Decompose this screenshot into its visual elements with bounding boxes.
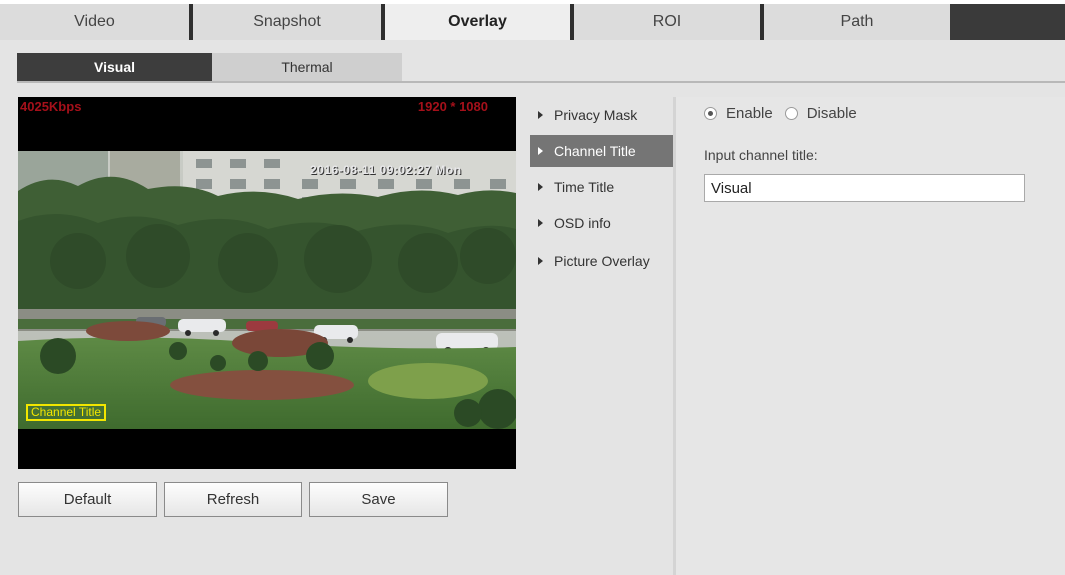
input-channel-title-label: Input channel title: xyxy=(704,147,818,163)
osd-time-title[interactable]: 2016-08-11 09:02:27 Mon xyxy=(310,163,462,177)
arrow-right-icon xyxy=(538,111,543,119)
osd-channel-title-box[interactable]: Channel Title xyxy=(26,404,107,421)
menu-item-label: Channel Title xyxy=(554,143,636,159)
menu-item-picture-overlay[interactable]: Picture Overlay xyxy=(530,245,673,277)
default-button[interactable]: Default xyxy=(18,482,157,517)
menu-item-privacy-mask[interactable]: Privacy Mask xyxy=(530,99,673,131)
sub-tab-thermal[interactable]: Thermal xyxy=(212,53,402,81)
overlay-side-menu: Privacy Mask Channel Title Time Title OS… xyxy=(530,97,675,575)
menu-item-label: OSD info xyxy=(554,215,611,231)
menu-item-time-title[interactable]: Time Title xyxy=(530,171,673,203)
disable-radio-label[interactable]: Disable xyxy=(807,105,857,122)
video-preview[interactable]: 4025Kbps 1920 * 1080 2016-08-11 09:02:27… xyxy=(18,97,516,469)
tab-bar-end xyxy=(950,4,1065,40)
osd-resolution-text: 1920 * 1080 xyxy=(417,99,488,114)
save-button[interactable]: Save xyxy=(309,482,448,517)
tab-roi[interactable]: ROI xyxy=(574,4,760,40)
tab-snapshot[interactable]: Snapshot xyxy=(193,4,381,40)
camera-scene-image xyxy=(18,151,516,429)
tab-overlay[interactable]: Overlay xyxy=(385,4,570,40)
arrow-right-icon xyxy=(538,147,543,155)
top-tab-bar: Video Snapshot Overlay ROI Path xyxy=(0,0,1065,40)
sub-tab-bar: Visual Thermal xyxy=(17,53,402,81)
arrow-right-icon xyxy=(538,219,543,227)
tab-video[interactable]: Video xyxy=(0,4,189,40)
enable-radio[interactable] xyxy=(704,107,717,120)
menu-item-channel-title[interactable]: Channel Title xyxy=(530,135,673,167)
menu-item-label: Privacy Mask xyxy=(554,107,638,123)
arrow-right-icon xyxy=(538,183,543,191)
menu-item-label: Picture Overlay xyxy=(554,253,650,269)
channel-title-input[interactable] xyxy=(704,174,1025,202)
arrow-right-icon xyxy=(538,257,543,265)
sub-tab-underline xyxy=(17,81,1065,83)
disable-radio[interactable] xyxy=(784,107,798,120)
refresh-button[interactable]: Refresh xyxy=(164,482,302,517)
menu-item-osd-info[interactable]: OSD info xyxy=(530,207,673,239)
enable-radio-label[interactable]: Enable xyxy=(726,105,773,122)
channel-title-panel: Enable Disable Input channel title: xyxy=(676,97,1065,575)
enable-radio-group: Enable Disable xyxy=(704,105,869,122)
tab-path[interactable]: Path xyxy=(764,4,950,40)
menu-item-label: Time Title xyxy=(554,179,615,195)
osd-bitrate-text: 4025Kbps xyxy=(20,99,82,114)
sub-tab-visual[interactable]: Visual xyxy=(17,53,212,81)
